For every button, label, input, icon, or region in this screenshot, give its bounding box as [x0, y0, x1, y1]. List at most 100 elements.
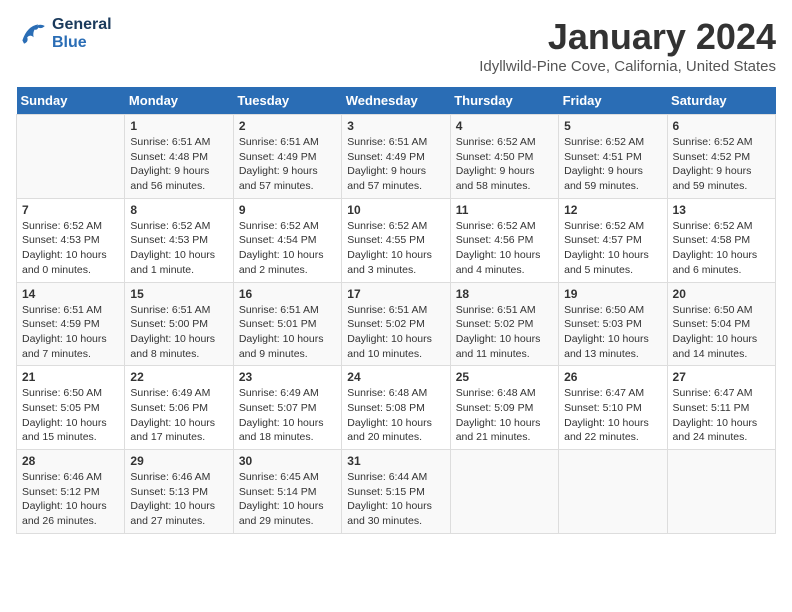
day-number: 3	[347, 119, 444, 133]
day-number: 15	[130, 287, 227, 301]
day-number: 9	[239, 203, 336, 217]
calendar-cell: 7Sunrise: 6:52 AMSunset: 4:53 PMDaylight…	[17, 198, 125, 282]
day-number: 17	[347, 287, 444, 301]
sunset-text: Sunset: 5:04 PM	[673, 317, 770, 332]
day-info: Sunrise: 6:52 AMSunset: 4:58 PMDaylight:…	[673, 219, 770, 278]
sunrise-text: Sunrise: 6:52 AM	[130, 219, 227, 234]
weekday-header-tuesday: Tuesday	[233, 87, 341, 115]
sunrise-text: Sunrise: 6:52 AM	[22, 219, 119, 234]
calendar-table: SundayMondayTuesdayWednesdayThursdayFrid…	[16, 87, 776, 534]
daylight-text: Daylight: 10 hours and 0 minutes.	[22, 248, 119, 277]
calendar-cell: 30Sunrise: 6:45 AMSunset: 5:14 PMDayligh…	[233, 450, 341, 534]
day-number: 13	[673, 203, 770, 217]
sunset-text: Sunset: 4:49 PM	[347, 150, 444, 165]
sunset-text: Sunset: 5:02 PM	[456, 317, 553, 332]
day-number: 11	[456, 203, 553, 217]
day-number: 12	[564, 203, 661, 217]
weekday-header-row: SundayMondayTuesdayWednesdayThursdayFrid…	[17, 87, 776, 115]
day-info: Sunrise: 6:52 AMSunset: 4:51 PMDaylight:…	[564, 135, 661, 194]
calendar-cell: 3 Sunrise: 6:51 AMSunset: 4:49 PMDaylight…	[342, 115, 450, 199]
title-area: January 2024 Idyllwild-Pine Cove, Califo…	[479, 16, 776, 75]
daylight-text: Daylight: 10 hours and 13 minutes.	[564, 332, 661, 361]
weekday-header-thursday: Thursday	[450, 87, 558, 115]
sunset-text: Sunset: 5:00 PM	[130, 317, 227, 332]
day-info: Sunrise: 6:52 AMSunset: 4:55 PMDaylight:…	[347, 219, 444, 278]
calendar-cell: 20Sunrise: 6:50 AMSunset: 5:04 PMDayligh…	[667, 282, 775, 366]
weekday-header-monday: Monday	[125, 87, 233, 115]
day-number: 6	[673, 119, 770, 133]
calendar-cell: 25Sunrise: 6:48 AMSunset: 5:09 PMDayligh…	[450, 366, 558, 450]
weekday-header-sunday: Sunday	[17, 87, 125, 115]
sunset-text: Sunset: 5:05 PM	[22, 401, 119, 416]
day-number: 25	[456, 370, 553, 384]
sunset-text: Sunset: 5:13 PM	[130, 485, 227, 500]
day-info: Sunrise: 6:50 AMSunset: 5:04 PMDaylight:…	[673, 303, 770, 362]
sunrise-text: Sunrise: 6:51 AM	[130, 135, 227, 150]
sunrise-text: Sunrise: 6:52 AM	[564, 135, 661, 150]
sunset-text: Sunset: 4:58 PM	[673, 233, 770, 248]
daylight-text: Daylight: 10 hours and 21 minutes.	[456, 416, 553, 445]
day-number: 27	[673, 370, 770, 384]
daylight-text: Daylight: 10 hours and 24 minutes.	[673, 416, 770, 445]
calendar-cell: 22Sunrise: 6:49 AMSunset: 5:06 PMDayligh…	[125, 366, 233, 450]
sunset-text: Sunset: 4:52 PM	[673, 150, 770, 165]
sunrise-text: Sunrise: 6:50 AM	[564, 303, 661, 318]
sunrise-text: Sunrise: 6:51 AM	[347, 303, 444, 318]
day-info: Sunrise: 6:50 AMSunset: 5:03 PMDaylight:…	[564, 303, 661, 362]
day-info: Sunrise: 6:48 AMSunset: 5:08 PMDaylight:…	[347, 386, 444, 445]
calendar-cell: 5 Sunrise: 6:52 AMSunset: 4:51 PMDaylight…	[559, 115, 667, 199]
week-row-1: 1Sunrise: 6:51 AMSunset: 4:48 PMDaylight…	[17, 115, 776, 199]
day-number: 5	[564, 119, 661, 133]
daylight-text: Daylight: 9 hours and 59 minutes.	[673, 164, 770, 193]
calendar-subtitle: Idyllwild-Pine Cove, California, United …	[479, 58, 776, 75]
daylight-text: Daylight: 10 hours and 27 minutes.	[130, 499, 227, 528]
header: General Blue January 2024 Idyllwild-Pine…	[16, 16, 776, 75]
sunrise-text: Sunrise: 6:45 AM	[239, 470, 336, 485]
day-info: Sunrise: 6:52 AMSunset: 4:57 PMDaylight:…	[564, 219, 661, 278]
day-number: 23	[239, 370, 336, 384]
sunrise-text: Sunrise: 6:51 AM	[347, 135, 444, 150]
day-info: Sunrise: 6:46 AMSunset: 5:12 PMDaylight:…	[22, 470, 119, 529]
sunrise-text: Sunrise: 6:47 AM	[673, 386, 770, 401]
day-number: 24	[347, 370, 444, 384]
calendar-cell: 8Sunrise: 6:52 AMSunset: 4:53 PMDaylight…	[125, 198, 233, 282]
daylight-text: Daylight: 10 hours and 10 minutes.	[347, 332, 444, 361]
sunset-text: Sunset: 4:59 PM	[22, 317, 119, 332]
day-number: 7	[22, 203, 119, 217]
daylight-text: Daylight: 9 hours and 57 minutes.	[347, 164, 444, 193]
sunrise-text: Sunrise: 6:51 AM	[239, 303, 336, 318]
calendar-cell: 21Sunrise: 6:50 AMSunset: 5:05 PMDayligh…	[17, 366, 125, 450]
logo-text: General Blue	[52, 16, 112, 52]
calendar-cell: 11Sunrise: 6:52 AMSunset: 4:56 PMDayligh…	[450, 198, 558, 282]
daylight-text: Daylight: 10 hours and 8 minutes.	[130, 332, 227, 361]
daylight-text: Daylight: 10 hours and 11 minutes.	[456, 332, 553, 361]
day-info: Sunrise: 6:45 AMSunset: 5:14 PMDaylight:…	[239, 470, 336, 529]
sunrise-text: Sunrise: 6:51 AM	[130, 303, 227, 318]
day-number: 19	[564, 287, 661, 301]
weekday-header-friday: Friday	[559, 87, 667, 115]
sunrise-text: Sunrise: 6:48 AM	[456, 386, 553, 401]
daylight-text: Daylight: 10 hours and 22 minutes.	[564, 416, 661, 445]
calendar-cell: 29Sunrise: 6:46 AMSunset: 5:13 PMDayligh…	[125, 450, 233, 534]
sunset-text: Sunset: 4:54 PM	[239, 233, 336, 248]
sunset-text: Sunset: 5:15 PM	[347, 485, 444, 500]
calendar-cell: 17Sunrise: 6:51 AMSunset: 5:02 PMDayligh…	[342, 282, 450, 366]
sunset-text: Sunset: 4:55 PM	[347, 233, 444, 248]
day-number: 26	[564, 370, 661, 384]
day-number: 1	[130, 119, 227, 133]
daylight-text: Daylight: 10 hours and 26 minutes.	[22, 499, 119, 528]
daylight-text: Daylight: 10 hours and 30 minutes.	[347, 499, 444, 528]
sunrise-text: Sunrise: 6:48 AM	[347, 386, 444, 401]
sunset-text: Sunset: 5:14 PM	[239, 485, 336, 500]
day-info: Sunrise: 6:51 AMSunset: 5:01 PMDaylight:…	[239, 303, 336, 362]
sunrise-text: Sunrise: 6:51 AM	[239, 135, 336, 150]
calendar-cell: 12 Sunrise: 6:52 AMSunset: 4:57 PMDayligh…	[559, 198, 667, 282]
day-info: Sunrise: 6:46 AMSunset: 5:13 PMDaylight:…	[130, 470, 227, 529]
calendar-cell: 24 Sunrise: 6:48 AMSunset: 5:08 PMDayligh…	[342, 366, 450, 450]
calendar-cell: 15 Sunrise: 6:51 AMSunset: 5:00 PMDayligh…	[125, 282, 233, 366]
day-info: Sunrise: 6:52 AMSunset: 4:53 PMDaylight:…	[130, 219, 227, 278]
calendar-cell: 13 Sunrise: 6:52 AMSunset: 4:58 PMDayligh…	[667, 198, 775, 282]
day-number: 31	[347, 454, 444, 468]
sunset-text: Sunset: 4:56 PM	[456, 233, 553, 248]
sunrise-text: Sunrise: 6:44 AM	[347, 470, 444, 485]
